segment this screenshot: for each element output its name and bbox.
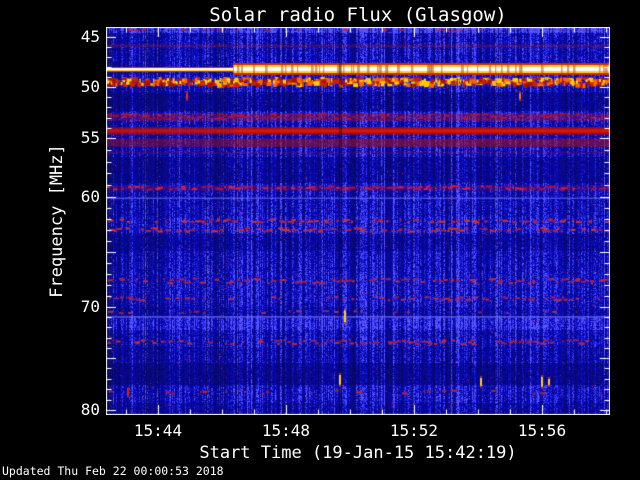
y-tick-label: 45 [80, 27, 100, 46]
y-tick-label: 50 [80, 76, 100, 96]
y-tick-label: 60 [80, 186, 100, 206]
spectrogram-canvas [106, 27, 610, 415]
y-tick-label: 80 [80, 399, 100, 419]
x-tick-label: 15:52 [389, 421, 439, 440]
updated-timestamp: Updated Thu Feb 22 00:00:53 2018 [2, 464, 224, 478]
chart-title: Solar radio Flux (Glasgow) [209, 4, 507, 26]
x-tick-label: 15:44 [133, 421, 183, 440]
y-axis-label: Frequency [MHz] [47, 144, 67, 298]
y-tick-label: 70 [80, 296, 100, 316]
y-tick-label: 55 [80, 128, 100, 147]
solar-radio-flux-window: Solar radio Flux (Glasgow) Frequency [MH… [0, 0, 640, 480]
x-axis-label: Start Time (19-Jan-15 15:42:19) [199, 443, 517, 463]
x-tick-label: 15:56 [517, 421, 567, 440]
x-tick-label: 15:48 [261, 421, 311, 440]
